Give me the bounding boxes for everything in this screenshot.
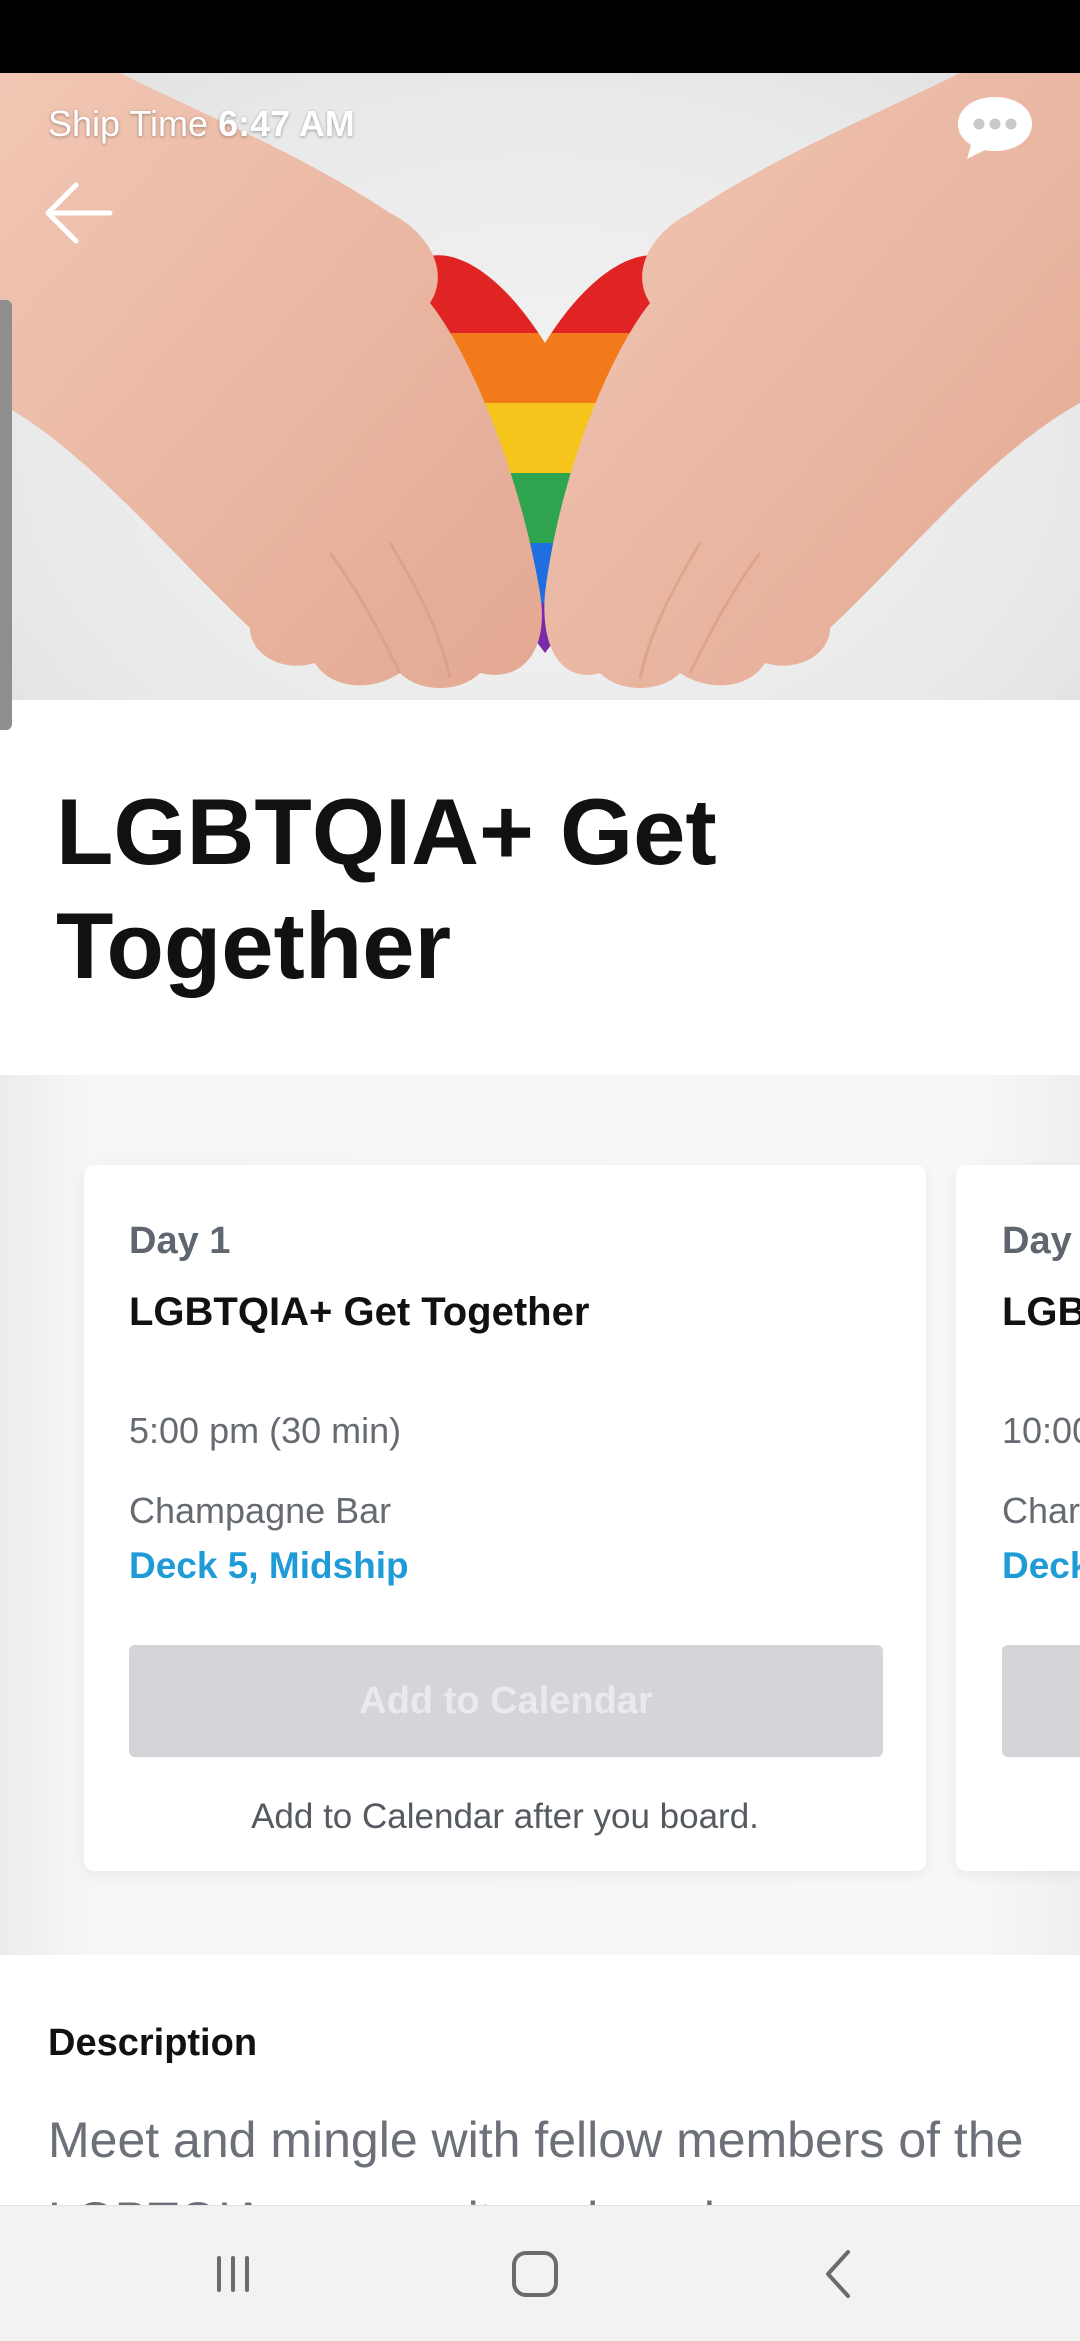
home-button[interactable] — [475, 2236, 595, 2311]
card-deck-link[interactable]: Deck — [1002, 1545, 1080, 1587]
schedule-carousel[interactable]: Day 1 LGBTQIA+ Get Together 5:00 pm (30 … — [0, 1075, 1080, 1955]
card-title: LGB — [1002, 1290, 1080, 1334]
card-title: LGBTQIA+ Get Together — [129, 1290, 590, 1334]
card-time: 10:00 — [1002, 1410, 1080, 1451]
chat-bubble-icon — [958, 97, 1032, 159]
arrow-left-icon — [45, 182, 113, 244]
ship-time-value: 6:47 AM — [218, 103, 355, 144]
page-title: LGBTQIA+ Get Together — [56, 779, 717, 998]
card-day: Day 1 — [129, 1220, 231, 1262]
system-navigation-bar — [0, 2205, 1080, 2341]
home-icon — [512, 2250, 558, 2297]
schedule-card: Day 1 LGBTQIA+ Get Together 5:00 pm (30 … — [84, 1165, 926, 1871]
description-heading: Description — [48, 2022, 258, 2064]
add-to-calendar-button[interactable]: Add to Calendar — [129, 1645, 883, 1757]
ship-time: Ship Time 6:47 AM — [48, 103, 355, 145]
hero-image: Ship Time 6:47 AM — [0, 73, 1080, 700]
edge-panel-handle[interactable] — [0, 300, 12, 730]
recent-apps-button[interactable] — [173, 2236, 293, 2311]
card-day: Day — [1002, 1220, 1072, 1262]
system-back-button[interactable] — [780, 2236, 900, 2311]
chevron-left-icon — [826, 2249, 850, 2298]
card-deck-link[interactable]: Deck 5, Midship — [129, 1545, 409, 1587]
rainbow-heart-hands-image — [0, 73, 1080, 688]
recent-apps-icon — [217, 2255, 249, 2292]
status-bar — [0, 0, 1080, 73]
add-to-calendar-button-disabled[interactable] — [1002, 1645, 1080, 1757]
chat-button[interactable] — [955, 93, 1035, 163]
card-time: 5:00 pm (30 min) — [129, 1410, 402, 1451]
card-venue: Champagne Bar — [129, 1490, 392, 1531]
description-text: Meet and mingle with fellow members of t… — [48, 2112, 1024, 2205]
schedule-card-next[interactable]: Day LGB 10:00 Char Deck — [956, 1165, 1080, 1871]
card-venue: Char — [1002, 1490, 1080, 1531]
back-button[interactable] — [40, 173, 120, 253]
calendar-note: Add to Calendar after you board. — [251, 1797, 759, 1836]
ship-time-label: Ship Time — [48, 103, 209, 144]
